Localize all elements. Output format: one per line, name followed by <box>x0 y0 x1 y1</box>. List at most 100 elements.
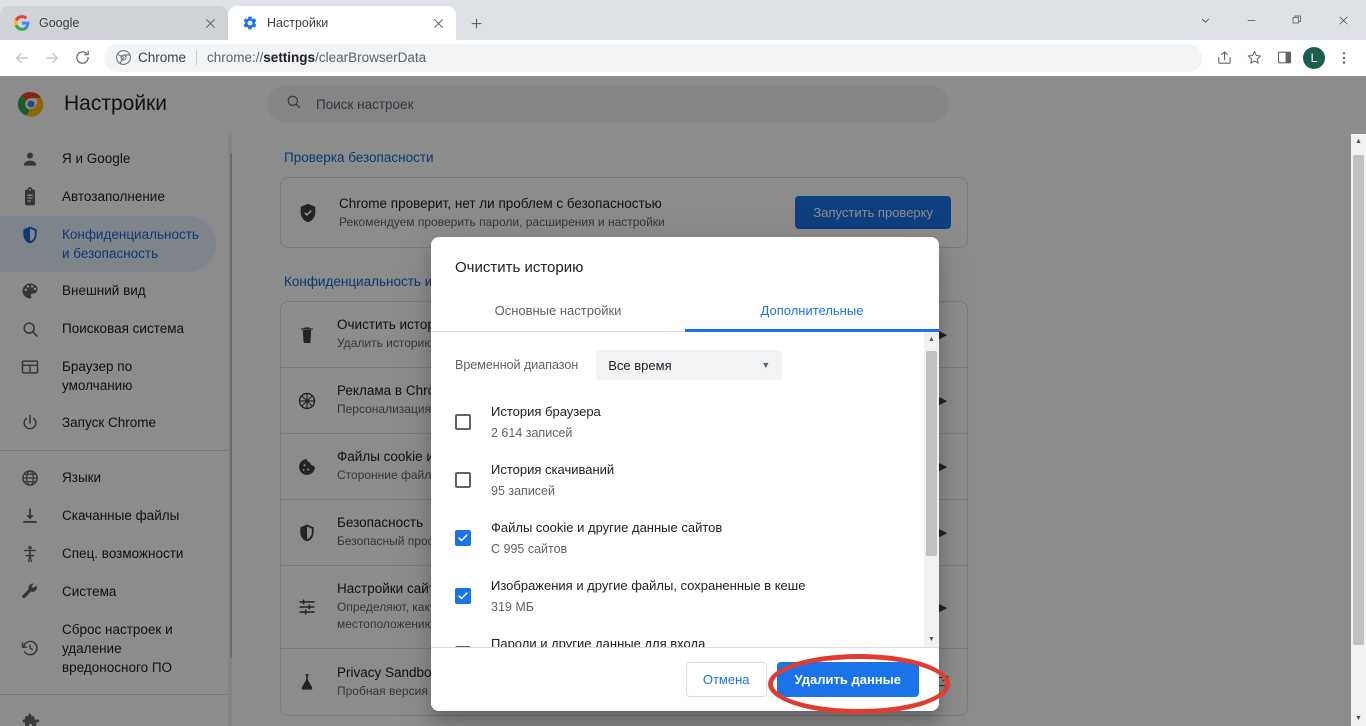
url-suffix: /clearBrowserData <box>315 50 427 65</box>
google-icon <box>14 15 30 31</box>
omnibox-divider <box>196 50 198 65</box>
sidebar-item-you-and-google[interactable]: Я и Google <box>0 140 216 178</box>
flask-icon <box>297 672 317 692</box>
address-bar[interactable]: Chrome chrome://settings/clearBrowserDat… <box>104 43 1202 72</box>
back-icon[interactable] <box>8 44 36 72</box>
sidebar-item-reset-and-cleanup[interactable]: Сброс настроек и удаление вредоносного П… <box>0 611 216 686</box>
sidebar-item-label: Конфиденциальность и безопасность <box>62 227 199 261</box>
sidebar-item-label: Система <box>62 584 117 599</box>
time-range-select[interactable]: Все время ▼ <box>596 350 783 380</box>
option-cookies[interactable]: Файлы cookie и другие данные сайтов С 99… <box>455 518 915 558</box>
chevron-down-icon[interactable] <box>1182 0 1228 40</box>
close-window-button[interactable] <box>1320 0 1366 40</box>
page-scrollbar[interactable]: ▲ ▼ <box>1351 134 1366 726</box>
sidebar-item-downloads[interactable]: Скачанные файлы <box>0 497 216 535</box>
option-detail: С 995 сайтов <box>491 542 568 556</box>
omnibox-url: chrome://settings/clearBrowserData <box>207 50 426 65</box>
scroll-up-icon[interactable]: ▲ <box>1351 134 1366 149</box>
settings-search[interactable] <box>266 85 949 123</box>
chrome-chip-label: Chrome <box>138 50 187 65</box>
safety-check-title: Chrome проверит, нет ли проблем с безопа… <box>339 196 662 211</box>
sidebar-item-on-startup[interactable]: Запуск Chrome <box>0 404 216 442</box>
url-bold-part: settings <box>263 50 316 65</box>
sidebar-scrollbar[interactable]: ▲ ▼ <box>228 132 232 726</box>
sidebar-item-search-engine[interactable]: Поисковая система <box>0 310 216 348</box>
chrome-logo-icon <box>116 50 131 65</box>
scroll-down-icon[interactable]: ▼ <box>924 632 939 647</box>
dialog-body: Временной диапазон Все время ▼ История б… <box>431 332 939 647</box>
checkbox-cached-images[interactable] <box>455 588 471 604</box>
scrollbar-track[interactable] <box>924 347 939 632</box>
forward-icon[interactable] <box>38 44 66 72</box>
option-cached-images[interactable]: Изображения и другие файлы, сохраненные … <box>455 576 915 616</box>
globe-icon <box>20 468 40 488</box>
scroll-up-icon[interactable]: ▲ <box>228 132 232 147</box>
avatar[interactable]: L <box>1303 46 1325 69</box>
scrollbar-track[interactable] <box>228 147 232 711</box>
cancel-button[interactable]: Отмена <box>685 662 767 697</box>
tab-basic[interactable]: Основные настройки <box>431 290 685 331</box>
scroll-down-icon[interactable]: ▼ <box>228 711 232 726</box>
scrollbar-thumb[interactable] <box>230 153 232 658</box>
tab-strip: Google Настройки <box>0 0 1366 40</box>
reload-icon[interactable] <box>68 44 96 72</box>
new-tab-button[interactable] <box>462 9 490 37</box>
checkbox-passwords[interactable] <box>455 646 471 647</box>
sidebar-item-accessibility[interactable]: Спец. возможности <box>0 535 216 573</box>
sidebar-item-label: Скачанные файлы <box>62 508 180 523</box>
browser-tab-google[interactable]: Google <box>0 6 228 40</box>
option-detail: 95 записей <box>491 484 555 498</box>
power-icon <box>20 413 40 433</box>
accessibility-icon <box>20 544 40 564</box>
trash-icon <box>297 325 317 345</box>
scrollbar-thumb[interactable] <box>1353 155 1364 645</box>
sidebar-divider-2 <box>0 694 232 695</box>
window-controls <box>1182 0 1366 40</box>
settings-header: Настройки <box>0 76 1366 132</box>
minimize-button[interactable] <box>1228 0 1274 40</box>
close-icon[interactable] <box>202 15 218 31</box>
chrome-logo-icon <box>17 91 44 117</box>
sidebar-item-extensions[interactable] <box>0 703 216 726</box>
menu-icon[interactable] <box>1330 44 1358 72</box>
time-range-row: Временной диапазон Все время ▼ <box>455 350 915 380</box>
scroll-down-icon[interactable]: ▼ <box>1351 711 1366 726</box>
shield-filled-icon <box>297 202 319 224</box>
checkbox-browsing-history[interactable] <box>455 414 471 430</box>
option-passwords[interactable]: Пароли и другие данные для входа 8 парол… <box>455 634 915 647</box>
share-icon[interactable] <box>1210 44 1238 72</box>
sidebar-item-label: Сброс настроек и удаление вредоносного П… <box>62 622 173 675</box>
run-safety-check-button[interactable]: Запустить проверку <box>795 196 951 229</box>
clear-data-button[interactable]: Удалить данные <box>776 662 919 697</box>
option-browsing-history[interactable]: История браузера 2 614 записей <box>455 402 915 442</box>
maximize-button[interactable] <box>1274 0 1320 40</box>
search-icon <box>285 93 302 115</box>
sidebar-item-default-browser[interactable]: Браузер по умолчанию <box>0 348 216 404</box>
gear-icon <box>242 15 258 31</box>
close-icon[interactable] <box>430 15 446 31</box>
scrollbar-track[interactable] <box>1351 149 1366 711</box>
scroll-up-icon[interactable]: ▲ <box>924 332 939 347</box>
checkbox-download-history[interactable] <box>455 472 471 488</box>
option-download-history[interactable]: История скачиваний 95 записей <box>455 460 915 500</box>
tab-advanced[interactable]: Дополнительные <box>685 290 939 332</box>
browser-tab-settings[interactable]: Настройки <box>228 6 456 40</box>
sidebar-item-appearance[interactable]: Внешний вид <box>0 272 216 310</box>
tab-label: Google <box>39 16 80 30</box>
sidebar-item-autofill[interactable]: Автозаполнение <box>0 178 216 216</box>
search-icon <box>20 319 40 339</box>
browser-window-icon <box>20 357 40 377</box>
sidebar-item-languages[interactable]: Языки <box>0 459 216 497</box>
star-icon[interactable] <box>1240 44 1268 72</box>
sidebar-divider <box>0 450 232 451</box>
search-input[interactable] <box>315 96 931 112</box>
dialog-scrollbar[interactable]: ▲ ▼ <box>924 332 939 647</box>
sidebar-item-label: Я и Google <box>62 151 131 166</box>
checkbox-cookies[interactable] <box>455 530 471 546</box>
sidebar-item-system[interactable]: Система <box>0 573 216 611</box>
shield-icon <box>20 225 40 245</box>
sidebar-item-privacy-and-security[interactable]: Конфиденциальность и безопасность <box>0 216 216 272</box>
side-panel-icon[interactable] <box>1270 44 1298 72</box>
url-prefix: chrome:// <box>207 50 264 65</box>
scrollbar-thumb[interactable] <box>926 351 937 556</box>
